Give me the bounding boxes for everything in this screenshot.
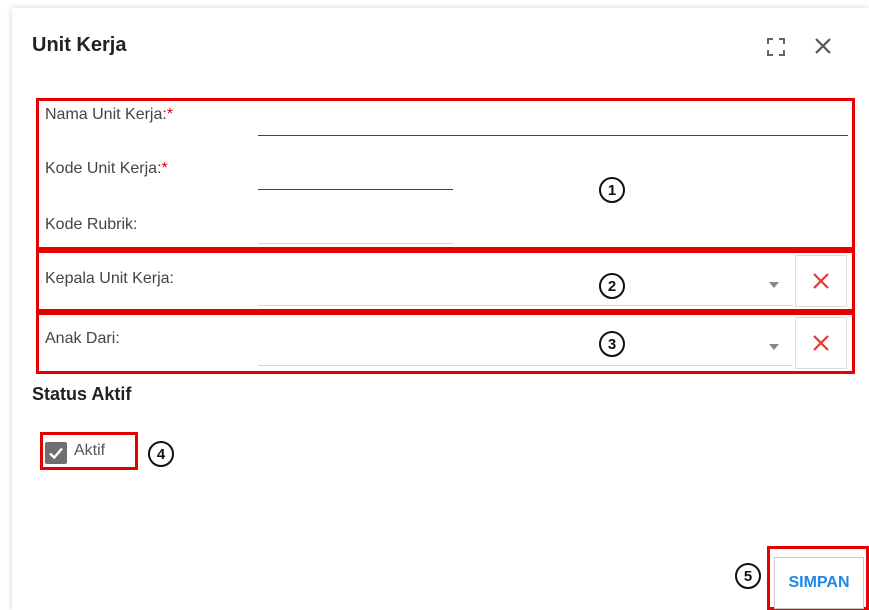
close-icon[interactable] [813, 36, 833, 56]
kode-unit-kerja-input[interactable] [258, 164, 450, 186]
nama-unit-kerja-underline [258, 135, 848, 136]
nama-unit-kerja-label: Nama Unit Kerja:* [45, 106, 174, 123]
kepala-unit-kerja-select[interactable] [258, 272, 758, 298]
anak-dari-underline [258, 365, 793, 366]
annotation-number-3: 3 [599, 331, 625, 357]
kode-rubrik-label: Kode Rubrik: [45, 216, 138, 233]
maximize-icon[interactable] [767, 38, 785, 56]
annotation-number-1: 1 [599, 177, 625, 203]
clear-kepala-button[interactable] [795, 255, 847, 307]
required-marker: * [166, 106, 174, 123]
close-icon [813, 335, 829, 351]
aktif-checkbox[interactable] [45, 442, 67, 464]
annotation-number-4: 4 [148, 441, 174, 467]
kode-rubrik-input[interactable] [258, 216, 450, 238]
close-icon [813, 273, 829, 289]
kode-rubrik-underline [258, 243, 453, 244]
annotation-number-2: 2 [599, 273, 625, 299]
aktif-checkbox-label[interactable]: Aktif [74, 442, 105, 460]
nama-unit-kerja-input[interactable] [258, 110, 843, 132]
checkmark-icon [49, 447, 63, 460]
kepala-unit-kerja-underline [258, 305, 793, 306]
required-marker: * [161, 160, 168, 177]
anak-dari-label: Anak Dari: [45, 330, 120, 347]
dialog-title: Unit Kerja [32, 34, 127, 56]
kode-unit-kerja-label: Kode Unit Kerja:* [45, 160, 168, 177]
kepala-unit-kerja-label: Kepala Unit Kerja: [45, 270, 174, 287]
chevron-down-icon[interactable] [769, 282, 779, 288]
save-button[interactable]: SIMPAN [774, 557, 864, 609]
clear-anak-dari-button[interactable] [795, 317, 847, 369]
status-aktif-heading: Status Aktif [32, 384, 132, 404]
annotation-number-5: 5 [735, 563, 761, 589]
chevron-down-icon[interactable] [769, 344, 779, 350]
anak-dari-select[interactable] [258, 332, 758, 358]
kode-unit-kerja-underline [258, 189, 453, 190]
